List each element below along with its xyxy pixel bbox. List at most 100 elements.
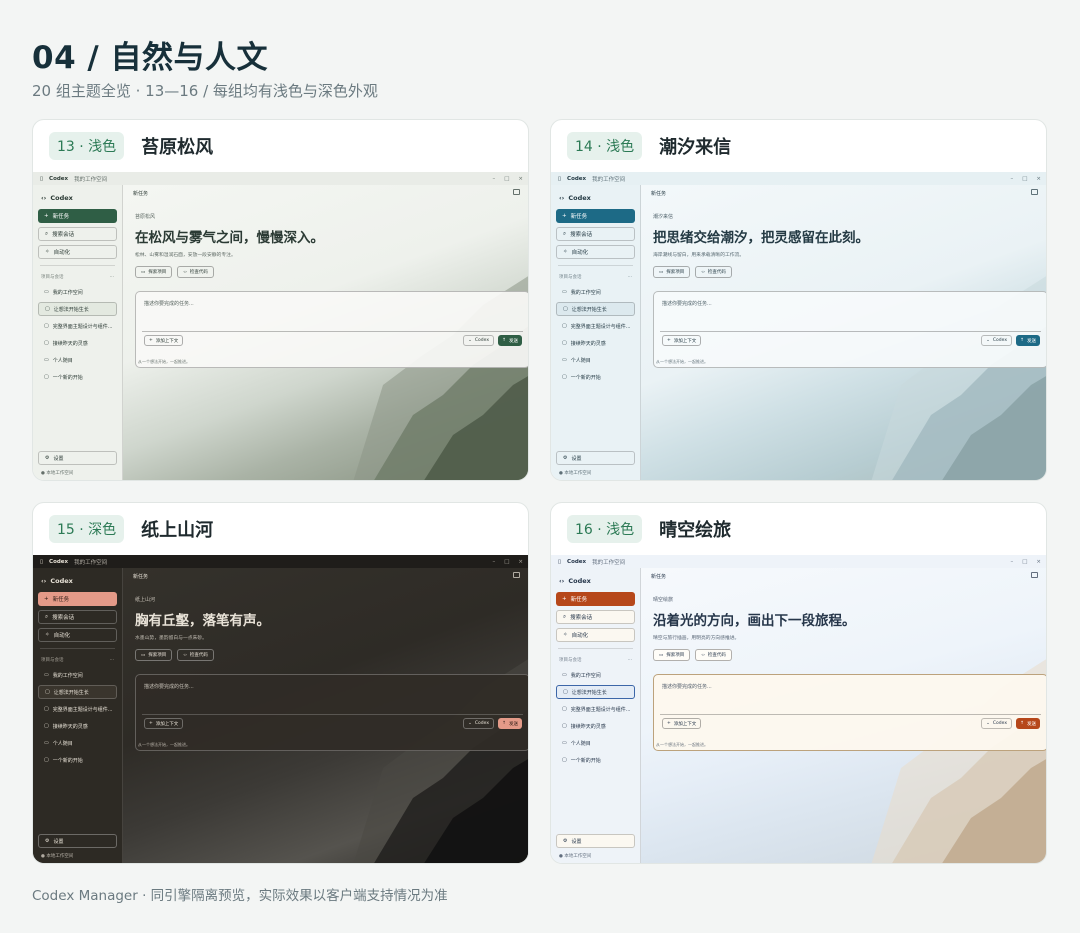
composer[interactable]: 描述你要完成的任务... + 添加上下文 ⌄ Codex ↑ 发送 从一个想法开… [653,674,1046,751]
sidebar-item-new-start[interactable]: ▢ 一个新的开始 [38,370,117,384]
close-icon[interactable]: × [1036,176,1041,182]
composer[interactable]: 描述你要完成的任务... + 添加上下文 ⌄ Codex ↑ 发送 从一个想法开… [135,291,528,368]
sidebar-item-idea[interactable]: ▢ 让想法开始生长 [556,302,635,316]
add-context-button[interactable]: + 添加上下文 [144,335,184,346]
settings-button[interactable]: ⚙ 设置 [38,834,117,848]
sidebar-item-design[interactable]: ▢ 完整界面主题设计与组件... [556,702,635,716]
check-code-button[interactable]: ‹› 检查代码 [177,266,214,278]
sidebar-item-inspiration[interactable]: ▢ 接续昨天的灵感 [556,336,635,350]
new-task-button[interactable]: + 新任务 [556,592,635,606]
panel-icon[interactable] [1031,572,1038,578]
explore-project-button[interactable]: ▭ 探索项目 [653,649,691,661]
automation-button[interactable]: ✧ 自动化 [38,245,117,259]
sidebar-item-personal[interactable]: ▭ 个人随目 [38,353,117,367]
composer-input[interactable]: 描述你要完成的任务... [144,683,194,690]
sidebar-item-inspiration[interactable]: ▢ 接续昨天的灵感 [556,719,635,733]
maximize-icon[interactable]: □ [504,559,509,565]
model-select[interactable]: ⌄ Codex [463,335,494,346]
sidebar-item-workspace[interactable]: ▭ 我的工作空间 [38,668,117,682]
maximize-icon[interactable]: □ [1022,176,1027,182]
sidebar-toggle-icon[interactable]: ▯ [40,176,43,182]
sidebar-item-personal[interactable]: ▭ 个人随目 [38,736,117,750]
sidebar-item-design[interactable]: ▢ 完整界面主题设计与组件... [38,702,117,716]
maximize-icon[interactable]: □ [1022,559,1027,565]
sidebar-toggle-icon[interactable]: ▯ [558,176,561,182]
composer-input[interactable]: 描述你要完成的任务... [662,300,712,307]
sidebar-item-idea[interactable]: ▢ 让想法开始生长 [38,685,117,699]
send-button[interactable]: ↑ 发送 [498,335,522,346]
search-button[interactable]: ⌕ 搜索会话 [556,227,635,241]
explore-label: 探索项目 [666,653,685,658]
sidebar-item-new-start[interactable]: ▢ 一个新的开始 [556,753,635,767]
sidebar-item-workspace[interactable]: ▭ 我的工作空间 [556,285,635,299]
theme-card-13[interactable]: 13 · 浅色 苔原松风 ▯ Codex 我的工作空间 – □ × ‹› Cod… [32,119,529,481]
close-icon[interactable]: × [1036,559,1041,565]
theme-card-16[interactable]: 16 · 浅色 晴空绘旅 ▯ Codex 我的工作空间 – □ × ‹› Cod… [550,502,1047,864]
panel-icon[interactable] [513,572,520,578]
sidebar-item-personal[interactable]: ▭ 个人随目 [556,736,635,750]
sidebar-item-design[interactable]: ▢ 完整界面主题设计与组件... [556,319,635,333]
automation-button[interactable]: ✧ 自动化 [38,628,117,642]
sidebar-item-personal[interactable]: ▭ 个人随目 [556,353,635,367]
explore-project-button[interactable]: ▭ 探索项目 [135,266,173,278]
model-select[interactable]: ⌄ Codex [463,718,494,729]
more-icon[interactable]: ··· [628,658,632,663]
composer-input[interactable]: 描述你要完成的任务... [144,300,194,307]
theme-card-15[interactable]: 15 · 深色 纸上山河 ▯ Codex 我的工作空间 – □ × ‹› Cod… [32,502,529,864]
minimize-icon[interactable]: – [1010,559,1013,565]
sidebar-item-workspace[interactable]: ▭ 我的工作空间 [556,668,635,682]
sidebar-toggle-icon[interactable]: ▯ [558,559,561,565]
sidebar-item-workspace[interactable]: ▭ 我的工作空间 [38,285,117,299]
composer-input[interactable]: 描述你要完成的任务... [662,683,712,690]
send-button[interactable]: ↑ 发送 [1016,335,1040,346]
panel-icon[interactable] [513,189,520,195]
panel-icon[interactable] [1031,189,1038,195]
settings-button[interactable]: ⚙ 设置 [556,834,635,848]
automation-button[interactable]: ✧ 自动化 [556,628,635,642]
explore-project-button[interactable]: ▭ 探索项目 [135,649,173,661]
send-button[interactable]: ↑ 发送 [498,718,522,729]
local-workspace: ● 本地工作空间 [41,854,74,859]
add-context-button[interactable]: + 添加上下文 [662,335,702,346]
sidebar-toggle-icon[interactable]: ▯ [40,559,43,565]
more-icon[interactable]: ··· [110,275,114,280]
new-task-button[interactable]: + 新任务 [38,209,117,223]
sidebar-item-design[interactable]: ▢ 完整界面主题设计与组件... [38,319,117,333]
close-icon[interactable]: × [518,176,523,182]
more-icon[interactable]: ··· [110,658,114,663]
search-button[interactable]: ⌕ 搜索会话 [38,227,117,241]
sidebar-item-inspiration[interactable]: ▢ 接续昨天的灵感 [38,336,117,350]
add-context-button[interactable]: + 添加上下文 [662,718,702,729]
composer[interactable]: 描述你要完成的任务... + 添加上下文 ⌄ Codex ↑ 发送 从一个想法开… [653,291,1046,368]
settings-button[interactable]: ⚙ 设置 [556,451,635,465]
close-icon[interactable]: × [518,559,523,565]
check-code-button[interactable]: ‹› 检查代码 [177,649,214,661]
minimize-icon[interactable]: – [492,176,495,182]
model-select[interactable]: ⌄ Codex [981,335,1012,346]
automation-button[interactable]: ✧ 自动化 [556,245,635,259]
add-context-button[interactable]: + 添加上下文 [144,718,184,729]
composer[interactable]: 描述你要完成的任务... + 添加上下文 ⌄ Codex ↑ 发送 从一个想法开… [135,674,528,751]
sidebar-item-idea[interactable]: ▢ 让想法开始生长 [38,302,117,316]
model-select[interactable]: ⌄ Codex [981,718,1012,729]
settings-button[interactable]: ⚙ 设置 [38,451,117,465]
sidebar-item-new-start[interactable]: ▢ 一个新的开始 [38,753,117,767]
search-button[interactable]: ⌕ 搜索会话 [38,610,117,624]
minimize-icon[interactable]: – [492,559,495,565]
theme-card-14[interactable]: 14 · 浅色 潮汐来信 ▯ Codex 我的工作空间 – □ × ‹› Cod… [550,119,1047,481]
maximize-icon[interactable]: □ [504,176,509,182]
sidebar-item-inspiration[interactable]: ▢ 接续昨天的灵感 [38,719,117,733]
more-icon[interactable]: ··· [628,275,632,280]
sparkle-icon: ✧ [563,632,568,638]
new-task-button[interactable]: + 新任务 [38,592,117,606]
search-button[interactable]: ⌕ 搜索会话 [556,610,635,624]
check-code-button[interactable]: ‹› 检查代码 [695,266,732,278]
check-code-button[interactable]: ‹› 检查代码 [695,649,732,661]
sidebar-item-idea[interactable]: ▢ 让想法开始生长 [556,685,635,699]
new-task-button[interactable]: + 新任务 [556,209,635,223]
theme-name: 晴空绘旅 [659,520,732,541]
send-button[interactable]: ↑ 发送 [1016,718,1040,729]
minimize-icon[interactable]: – [1010,176,1013,182]
sidebar-item-new-start[interactable]: ▢ 一个新的开始 [556,370,635,384]
explore-project-button[interactable]: ▭ 探索项目 [653,266,691,278]
